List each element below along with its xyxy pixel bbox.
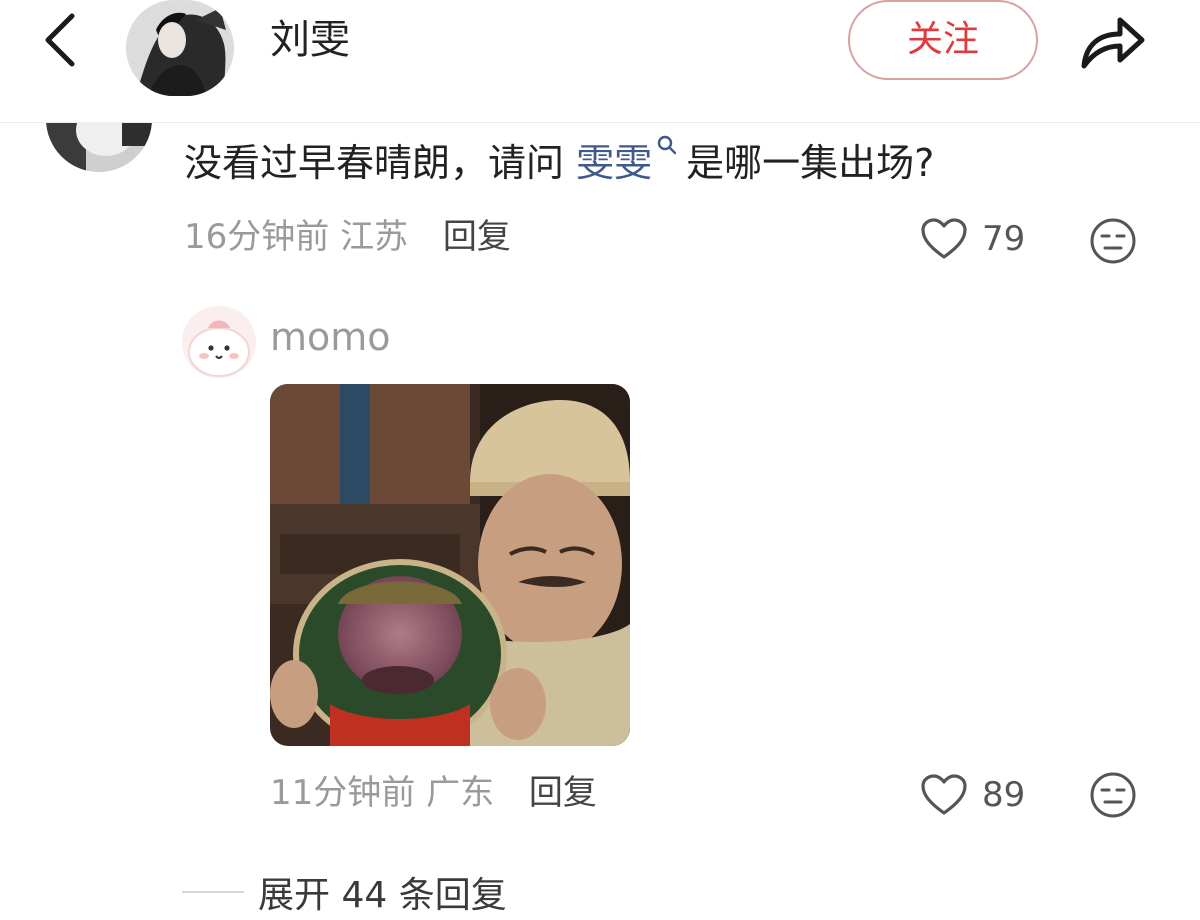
reply-like-count: 89 [982,775,1026,815]
comment-dislike-button[interactable] [1088,216,1138,266]
expand-replies-label: 展开 44 条回复 [258,875,507,916]
neutral-face-icon [1090,218,1136,264]
share-button[interactable] [1076,8,1148,72]
chevron-left-icon [45,13,75,67]
expand-divider [182,891,244,893]
top-bar: 刘雯 关注 [0,0,1200,123]
comment-text: 没看过早春晴朗，请问 雯雯 是哪一集出场? [184,134,934,190]
comment-reply-button[interactable]: 回复 [443,217,511,257]
reply-time: 11分钟前 [270,773,416,813]
expand-replies-button[interactable]: 展开 44 条回复 [182,864,507,920]
author-avatar[interactable] [126,0,234,96]
comment-meta: 16分钟前 江苏 回复 [184,214,511,260]
mention-link[interactable]: 雯雯 [576,141,652,185]
comment-like-count: 79 [982,219,1026,259]
author-name[interactable]: 刘雯 [270,12,350,68]
reply-location: 广东 [426,773,495,813]
search-icon[interactable] [656,134,678,156]
reply-like-button[interactable]: 89 [920,770,1025,820]
reply-avatar[interactable] [182,306,256,378]
heart-icon [921,774,967,815]
comment-location: 江苏 [340,217,409,257]
reply-dislike-button[interactable] [1088,770,1138,820]
comment-time: 16分钟前 [184,217,330,257]
share-arrow-icon [1081,17,1145,69]
comment-like-button[interactable]: 79 [920,214,1025,264]
reply-meta: 11分钟前 广东 回复 [270,770,597,816]
comment-text-after: 是哪一集出场? [686,141,935,185]
reply-reply-button[interactable]: 回复 [529,773,597,813]
follow-button[interactable]: 关注 [848,0,1038,80]
comment-text-before: 没看过早春晴朗，请问 [184,141,577,185]
neutral-face-icon [1090,772,1136,818]
back-button[interactable] [36,10,86,70]
heart-icon [921,218,967,259]
reply-username[interactable]: momo [270,312,391,362]
reply-meme-image[interactable] [270,384,630,746]
